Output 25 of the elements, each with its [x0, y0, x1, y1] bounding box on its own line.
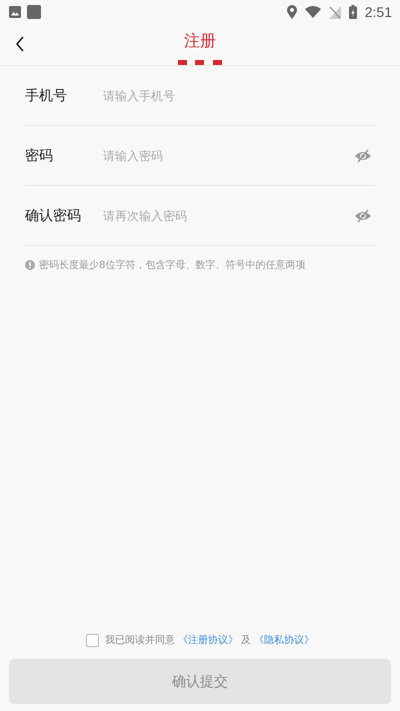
location-icon: [286, 5, 297, 19]
input-field[interactable]: 请再次输入密码: [103, 208, 354, 222]
info-icon: [25, 260, 35, 270]
eye-slash-icon[interactable]: [354, 208, 372, 222]
dash-indicator-icon: [178, 60, 222, 66]
app-icon: [27, 5, 41, 19]
password-hint: 密码长度最少8位字符，包含字母、数字、符号中的任意两项: [39, 258, 306, 272]
field-label: 密码: [25, 146, 54, 164]
field-label: 手机号: [25, 86, 68, 104]
privacy-link[interactable]: 《隐私协议》: [254, 633, 314, 647]
input-field[interactable]: 请输入手机号: [103, 88, 375, 102]
no-signal-icon: [328, 6, 341, 18]
terms-link[interactable]: 《注册协议》: [178, 633, 238, 647]
input-field[interactable]: 请输入密码: [103, 148, 354, 162]
conjunction-text: 及: [241, 634, 251, 647]
back-icon[interactable]: [15, 36, 25, 52]
page-title: 注册: [184, 32, 216, 50]
wifi-icon: [304, 6, 321, 18]
battery-charging-icon: [348, 5, 357, 19]
field-label: 确认密码: [25, 206, 82, 224]
image-icon: [9, 6, 21, 18]
agreement-checkbox[interactable]: [86, 634, 99, 646]
agreement-text: 我已阅读并同意: [105, 634, 175, 647]
status-time: 2:51: [364, 4, 392, 20]
eye-slash-icon[interactable]: [354, 148, 372, 162]
